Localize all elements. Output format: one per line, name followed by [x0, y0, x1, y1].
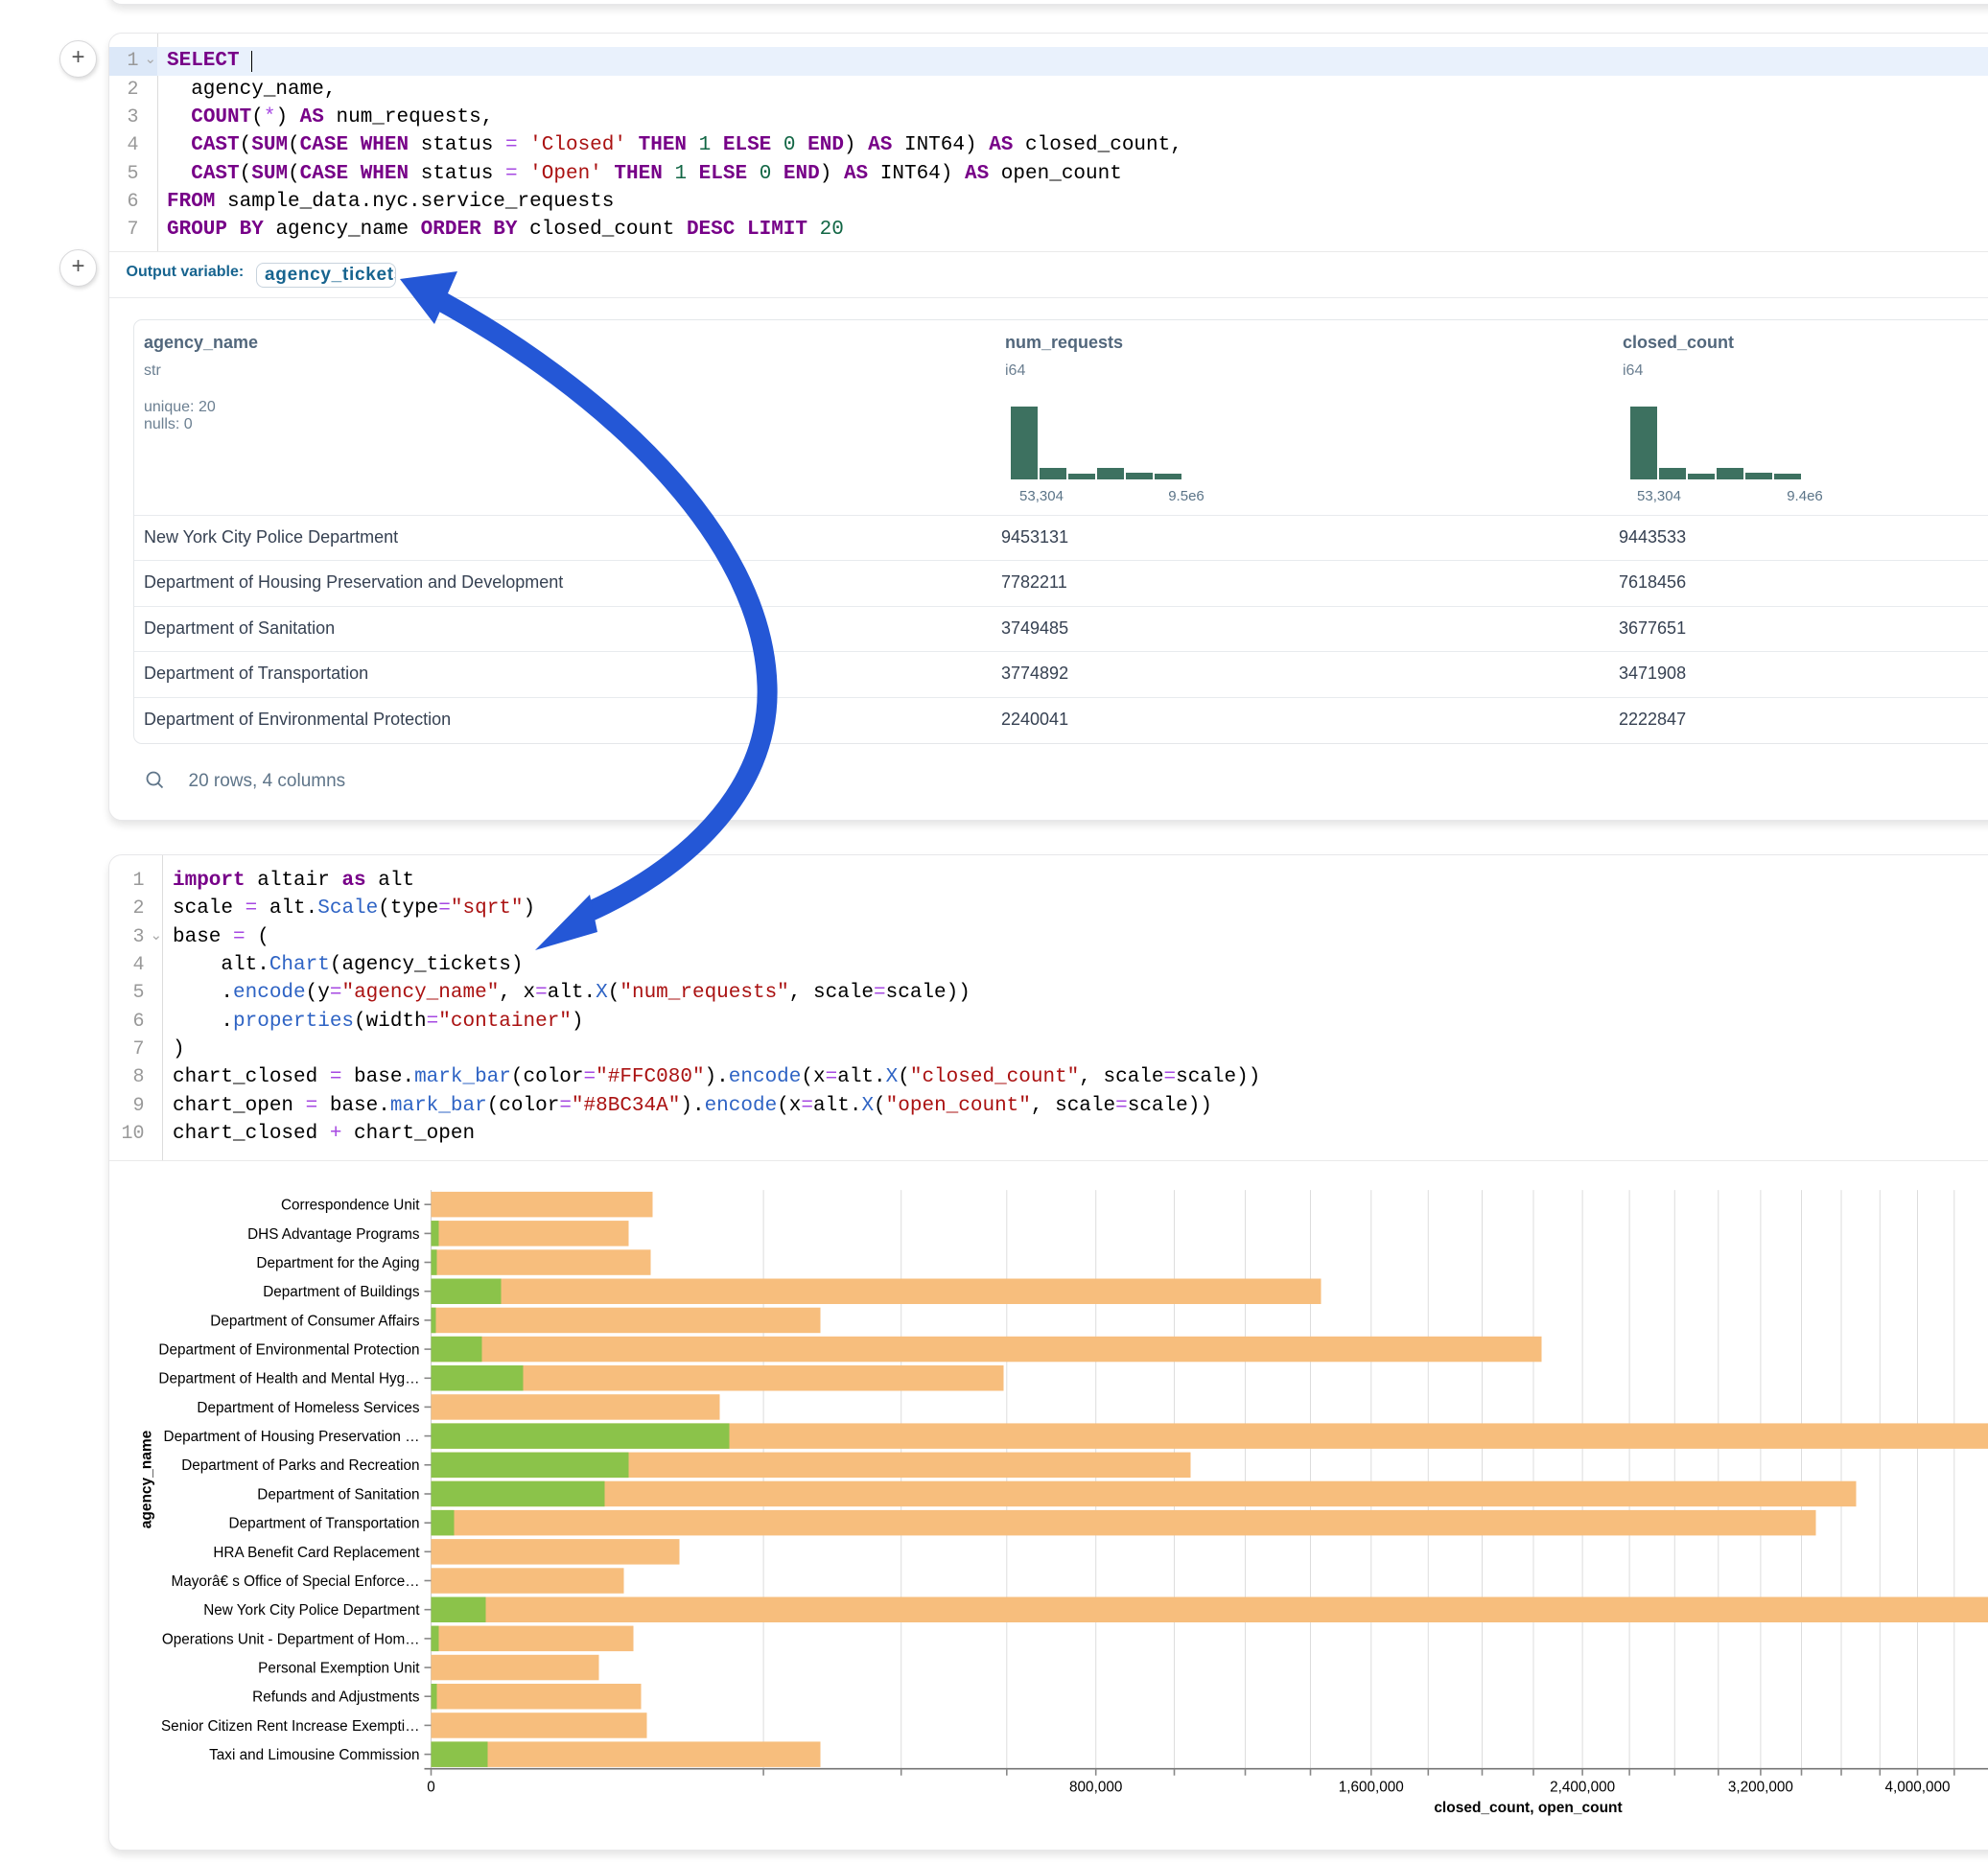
svg-text:Department of Transportation: Department of Transportation	[228, 1516, 419, 1532]
svg-text:HRA Benefit Card Replacement: HRA Benefit Card Replacement	[213, 1545, 420, 1561]
svg-text:Department of Environmental Pr: Department of Environmental Protection	[158, 1342, 419, 1359]
svg-text:Department of Housing Preserva: Department of Housing Preservation …	[163, 1429, 419, 1445]
svg-text:Department of Homeless Service: Department of Homeless Services	[197, 1400, 419, 1416]
svg-text:4,000,000: 4,000,000	[1884, 1780, 1950, 1796]
svg-text:Taxi and Limousine Commission: Taxi and Limousine Commission	[209, 1747, 419, 1763]
svg-text:1,600,000: 1,600,000	[1338, 1780, 1403, 1796]
svg-text:Refunds and Adjustments: Refunds and Adjustments	[252, 1689, 420, 1706]
svg-text:DHS Advantage Programs: DHS Advantage Programs	[247, 1226, 420, 1243]
svg-text:3,200,000: 3,200,000	[1727, 1780, 1792, 1796]
svg-text:Department of Buildings: Department of Buildings	[263, 1284, 420, 1300]
svg-text:Department of Consumer Affairs: Department of Consumer Affairs	[210, 1313, 420, 1329]
svg-text:Department for the Aging: Department for the Aging	[256, 1255, 419, 1271]
svg-text:2,400,000: 2,400,000	[1550, 1780, 1615, 1796]
svg-text:Department of Parks and Recrea: Department of Parks and Recreation	[181, 1457, 419, 1474]
svg-text:Operations Unit - Department o: Operations Unit - Department of Hom…	[161, 1631, 419, 1647]
svg-text:Department of Sanitation: Department of Sanitation	[257, 1486, 419, 1503]
svg-text:Personal Exemption Unit: Personal Exemption Unit	[258, 1661, 420, 1677]
svg-text:0: 0	[427, 1780, 435, 1796]
svg-text:New York City Police Departmen: New York City Police Department	[203, 1602, 420, 1619]
svg-text:Department of Health and Menta: Department of Health and Mental Hyg…	[158, 1371, 419, 1387]
svg-text:Senior Citizen Rent Increase E: Senior Citizen Rent Increase Exempti…	[160, 1718, 419, 1735]
svg-text:closed_count, open_count: closed_count, open_count	[1434, 1800, 1622, 1816]
svg-text:Correspondence Unit: Correspondence Unit	[280, 1198, 419, 1214]
svg-text:agency_name: agency_name	[138, 1430, 154, 1528]
svg-text:800,000: 800,000	[1069, 1780, 1122, 1796]
svg-text:Mayorâ€ s Office of Special En: Mayorâ€ s Office of Special Enforce…	[171, 1573, 419, 1590]
